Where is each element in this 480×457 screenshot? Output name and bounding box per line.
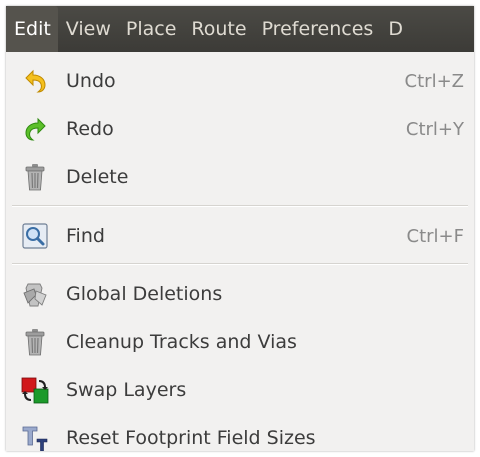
menu-item-label: Cleanup Tracks and Vias	[66, 331, 297, 353]
edit-dropdown-menu: Undo Ctrl+Z Redo Ctrl+Y Delete Find Ctrl…	[6, 52, 474, 451]
application-window: Edit View Place Route Preferences D Undo…	[6, 6, 474, 451]
menu-item-label: Undo	[66, 70, 116, 92]
menu-item-label: Reset Footprint Field Sizes	[66, 427, 316, 449]
menu-separator	[12, 205, 468, 207]
menu-item-redo[interactable]: Redo Ctrl+Y	[6, 107, 474, 151]
menu-item-label: Find	[66, 225, 105, 247]
menu-item-find[interactable]: Find Ctrl+F	[6, 214, 474, 258]
menu-item-global-deletions[interactable]: Global Deletions	[6, 272, 474, 316]
menu-item-delete[interactable]: Delete	[6, 155, 474, 199]
undo-icon	[20, 66, 50, 96]
trash-icon	[20, 327, 50, 357]
menu-item-label: Delete	[66, 166, 129, 188]
shortcut-label: Ctrl+Y	[405, 118, 464, 140]
menu-view[interactable]: View	[58, 6, 118, 52]
menu-truncated[interactable]: D	[380, 6, 410, 52]
reset-field-sizes-icon	[20, 423, 50, 451]
menu-item-undo[interactable]: Undo Ctrl+Z	[6, 59, 474, 103]
menu-bar: Edit View Place Route Preferences D	[6, 6, 474, 52]
redo-icon	[20, 114, 50, 144]
trash-icon	[20, 162, 50, 192]
global-deletions-icon	[20, 279, 50, 309]
shortcut-label: Ctrl+F	[406, 225, 464, 247]
menu-item-cleanup-tracks-and-vias[interactable]: Cleanup Tracks and Vias	[6, 320, 474, 364]
menu-item-label: Swap Layers	[66, 379, 187, 401]
menu-item-swap-layers[interactable]: Swap Layers	[6, 368, 474, 412]
menu-route[interactable]: Route	[183, 6, 253, 52]
menu-item-label: Redo	[66, 118, 114, 140]
find-icon	[20, 221, 50, 251]
swap-layers-icon	[20, 375, 50, 405]
menu-preferences[interactable]: Preferences	[254, 6, 381, 52]
menu-item-reset-footprint-field-sizes[interactable]: Reset Footprint Field Sizes	[6, 416, 474, 451]
menu-separator	[12, 263, 468, 265]
shortcut-label: Ctrl+Z	[404, 70, 464, 92]
menu-place[interactable]: Place	[118, 6, 184, 52]
menu-item-label: Global Deletions	[66, 283, 223, 305]
menu-edit[interactable]: Edit	[6, 6, 58, 52]
